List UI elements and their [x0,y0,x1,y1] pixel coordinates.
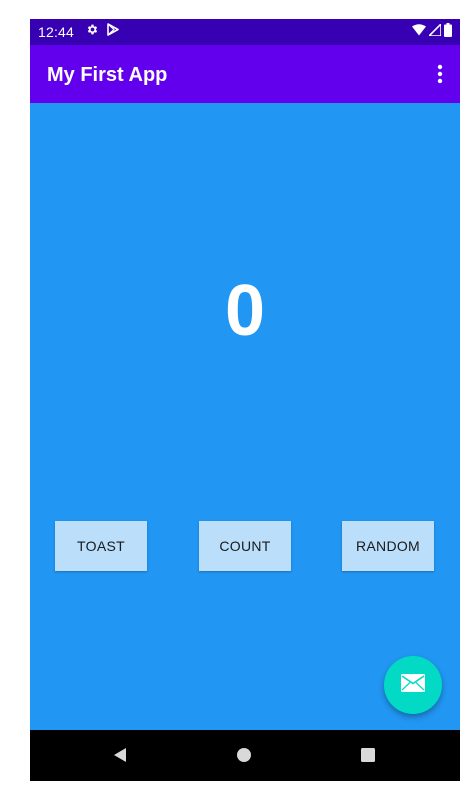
status-system-icons [412,22,452,42]
play-store-icon [107,23,119,41]
status-time: 12:44 [38,24,75,40]
more-vert-icon[interactable] [432,60,448,88]
settings-icon [86,23,99,41]
email-icon [400,673,426,698]
count-button[interactable]: COUNT [199,521,291,571]
back-icon[interactable] [108,743,132,767]
home-icon[interactable] [232,743,256,767]
navigation-bar [30,730,460,781]
signal-icon [428,23,442,41]
status-bar: 12:44 [30,19,460,45]
app-title: My First App [47,64,168,86]
battery-icon [444,22,452,42]
status-notification-icons [86,23,119,41]
wifi-icon [412,23,426,41]
recents-icon[interactable] [356,743,380,767]
app-bar: My First App [30,45,460,103]
email-fab-button[interactable] [384,656,442,714]
count-display: 0 [224,271,266,351]
random-button[interactable]: RANDOM [342,521,434,571]
main-content: 0 TOAST COUNT RANDOM [30,103,460,730]
phone-screen: 12:44 My First App 0 TOAST COUNT RANDOM [30,19,460,781]
toast-button[interactable]: TOAST [55,521,147,571]
